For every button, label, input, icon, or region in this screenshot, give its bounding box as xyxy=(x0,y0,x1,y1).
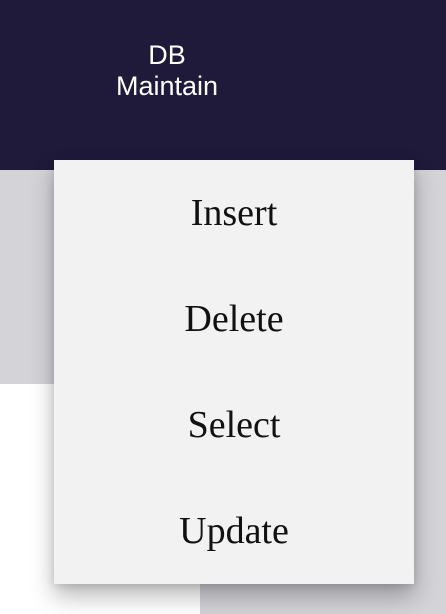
db-maintain-dropdown-menu: Insert Delete Select Update xyxy=(54,160,414,584)
menu-item-update[interactable]: Update xyxy=(54,478,414,584)
db-maintain-menu-button[interactable]: DB Maintain xyxy=(82,40,252,102)
menu-item-delete[interactable]: Delete xyxy=(54,266,414,372)
menu-item-select[interactable]: Select xyxy=(54,372,414,478)
navbar: DB Maintain xyxy=(0,0,446,170)
db-maintain-label-line-1: DB xyxy=(148,40,186,70)
menu-item-insert[interactable]: Insert xyxy=(54,160,414,266)
app-screen: DB Maintain Insert Delete Select Update xyxy=(0,0,446,614)
db-maintain-label-line-2: Maintain xyxy=(115,71,219,102)
